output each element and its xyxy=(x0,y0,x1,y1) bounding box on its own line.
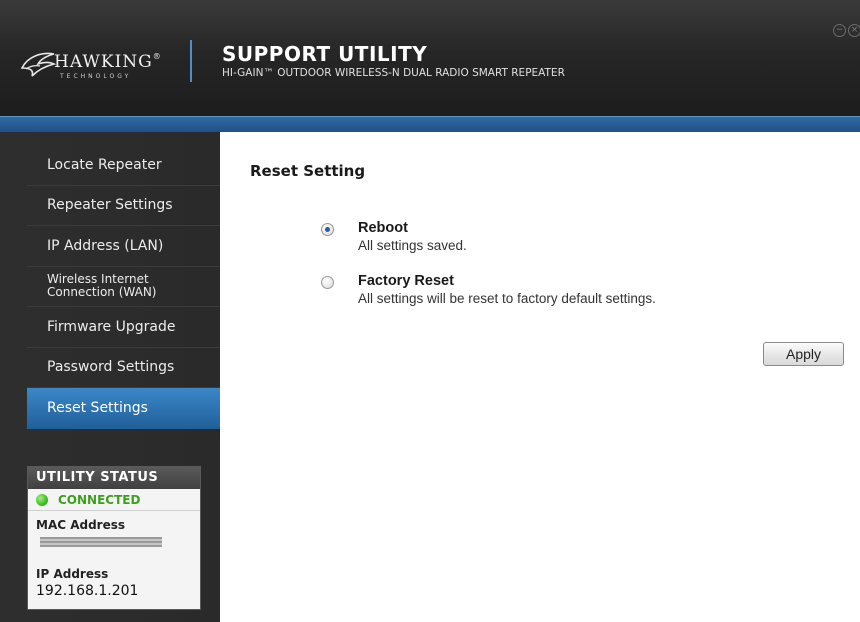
minimize-icon[interactable]: − xyxy=(833,24,846,37)
sidebar-item-label: Firmware Upgrade xyxy=(47,318,176,335)
sidebar-item-repeater-settings[interactable]: Repeater Settings xyxy=(27,186,227,226)
sidebar: Locate Repeater Repeater Settings IP Add… xyxy=(0,132,241,622)
mac-address-value-redacted xyxy=(40,537,162,547)
hawking-logo: HAWKING® TECHNOLOGY xyxy=(20,46,180,86)
sidebar-nav: Locate Repeater Repeater Settings IP Add… xyxy=(27,145,241,429)
mac-address-label: MAC Address xyxy=(36,518,126,532)
sidebar-item-label: Repeater Settings xyxy=(47,197,173,214)
utility-status-title: UTILITY STATUS xyxy=(28,467,200,489)
reboot-radio[interactable] xyxy=(321,223,334,236)
page-title: Reset Setting xyxy=(250,162,366,180)
sidebar-item-label: IP Address (LAN) xyxy=(47,237,164,254)
sidebar-item-label: Locate Repeater xyxy=(47,156,162,173)
ip-address-label: IP Address xyxy=(36,567,109,581)
connection-status-text: CONNECTED xyxy=(58,492,141,507)
sidebar-item-label: Reset Settings xyxy=(47,400,148,417)
factory-reset-description: All settings will be reset to factory de… xyxy=(358,291,656,306)
header-divider xyxy=(190,40,192,82)
app-title: SUPPORT UTILITY xyxy=(222,42,428,66)
app-subtitle: HI-GAIN™ OUTDOOR WIRELESS-N DUAL RADIO S… xyxy=(222,67,565,79)
reboot-label: Reboot xyxy=(358,220,408,236)
sidebar-item-label: Wireless Internet Connection (WAN) xyxy=(47,272,157,300)
factory-reset-option[interactable]: Factory Reset All settings will be reset… xyxy=(321,273,841,309)
support-utility-window: HAWKING® TECHNOLOGY SUPPORT UTILITY HI-G… xyxy=(0,0,860,622)
factory-reset-radio[interactable] xyxy=(321,276,334,289)
sidebar-item-reset-settings[interactable]: Reset Settings xyxy=(27,388,241,429)
hawk-icon xyxy=(20,52,56,77)
main-content: Reset Setting Reboot All settings saved.… xyxy=(220,132,860,622)
factory-reset-label: Factory Reset xyxy=(358,273,454,289)
sidebar-item-locate-repeater[interactable]: Locate Repeater xyxy=(27,145,227,186)
apply-button[interactable]: Apply xyxy=(763,342,844,366)
connected-led-icon xyxy=(36,493,48,506)
sidebar-item-wireless-internet-connection[interactable]: Wireless Internet Connection (WAN) xyxy=(27,267,227,307)
logo-wordmark: HAWKING® xyxy=(54,52,162,72)
header: HAWKING® TECHNOLOGY SUPPORT UTILITY HI-G… xyxy=(0,0,860,116)
close-icon[interactable]: × xyxy=(848,24,860,37)
utility-status-panel: UTILITY STATUS CONNECTED MAC Address IP … xyxy=(27,466,201,610)
logo-subtext: TECHNOLOGY xyxy=(60,73,132,80)
sidebar-item-password-settings[interactable]: Password Settings xyxy=(27,348,227,388)
sidebar-item-firmware-upgrade[interactable]: Firmware Upgrade xyxy=(27,307,227,348)
connection-status: CONNECTED xyxy=(28,489,200,511)
sidebar-item-ip-address-lan[interactable]: IP Address (LAN) xyxy=(27,226,227,267)
ip-address-value: 192.168.1.201 xyxy=(36,583,139,599)
header-accent-band xyxy=(0,116,860,132)
sidebar-item-label: Password Settings xyxy=(47,359,175,376)
reboot-option[interactable]: Reboot All settings saved. xyxy=(321,220,841,256)
reboot-description: All settings saved. xyxy=(358,238,467,253)
